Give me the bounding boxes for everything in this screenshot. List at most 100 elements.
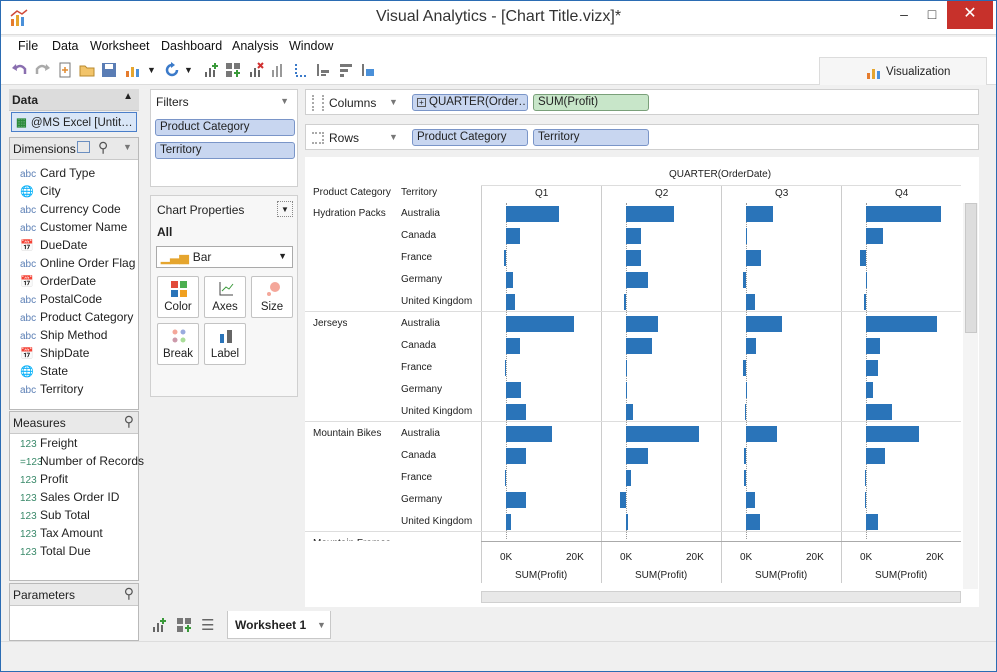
open-folder-icon[interactable] [78, 61, 96, 79]
dimension-field-orderdate[interactable]: 📅 OrderDate [20, 274, 96, 292]
chevron-down-icon[interactable]: ▼ [389, 132, 398, 142]
dimension-field-postalcode[interactable]: abc PostalCode [20, 292, 102, 310]
search-icon[interactable]: ⚲ [124, 413, 134, 430]
row-pill-product-category[interactable]: Product Category [412, 129, 528, 146]
chevron-down-icon[interactable]: ▼ [184, 65, 202, 83]
bar-mark[interactable] [866, 448, 885, 464]
bar-mark[interactable] [505, 360, 506, 376]
show-me-icon[interactable] [124, 61, 142, 79]
measure-field-freight[interactable]: 123 Freight [20, 436, 77, 454]
bar-mark[interactable] [742, 272, 746, 288]
close-button[interactable]: ✕ [947, 1, 993, 29]
bar-mark[interactable] [746, 250, 762, 266]
bar-mark[interactable] [626, 426, 700, 442]
measure-field-total-due[interactable]: 123 Total Due [20, 544, 91, 562]
menu-dashboard[interactable]: Dashboard [161, 39, 222, 53]
dimension-field-ship-method[interactable]: abc Ship Method [20, 328, 107, 346]
bar-mark[interactable] [864, 470, 866, 486]
refresh-icon[interactable] [163, 61, 181, 79]
bar-mark[interactable] [626, 338, 652, 354]
size-button[interactable]: Size [251, 276, 293, 318]
bar-mark[interactable] [866, 272, 868, 288]
bar-mark[interactable] [506, 294, 515, 310]
swap-icon[interactable] [293, 61, 311, 79]
bar-mark[interactable] [506, 338, 520, 354]
search-icon[interactable]: ⚲ [124, 585, 134, 602]
bar-mark[interactable] [506, 228, 520, 244]
bar-mark[interactable] [742, 360, 746, 376]
new-dashboard-icon[interactable] [224, 61, 242, 79]
label-button[interactable]: Label [204, 323, 246, 365]
sheet-list-icon[interactable]: ☰ [201, 616, 214, 634]
dimension-field-card-type[interactable]: abc Card Type [20, 166, 95, 184]
bar-mark[interactable] [506, 492, 527, 508]
break-button[interactable]: Break [157, 323, 199, 365]
bar-mark[interactable] [506, 514, 512, 530]
filter-pill-territory[interactable]: Territory [155, 142, 295, 159]
bar-mark[interactable] [506, 404, 527, 420]
bar-mark[interactable] [624, 294, 626, 310]
bar-mark[interactable] [866, 404, 892, 420]
horizontal-scrollbar[interactable] [481, 591, 961, 603]
measure-field-profit[interactable]: 123 Profit [20, 472, 68, 490]
bar-mark[interactable] [746, 382, 748, 398]
bar-mark[interactable] [626, 470, 632, 486]
new-worksheet-icon[interactable] [202, 61, 220, 79]
new-dashboard-icon[interactable] [176, 617, 192, 633]
bar-mark[interactable] [746, 316, 782, 332]
bar-mark[interactable] [866, 228, 883, 244]
filter-pill-product-category[interactable]: Product Category [155, 119, 295, 136]
bar-mark[interactable] [626, 382, 628, 398]
dimension-field-state[interactable]: 🌐 State [20, 364, 68, 382]
chevron-down-icon[interactable]: ▼ [280, 96, 289, 106]
bar-mark[interactable] [626, 250, 642, 266]
mark-type-select[interactable]: ▁▃▅ Bar ▼ [156, 246, 293, 268]
undo-icon[interactable] [11, 61, 29, 79]
scope-all[interactable]: All [157, 225, 172, 239]
bar-mark[interactable] [619, 492, 626, 508]
bar-mark[interactable] [503, 250, 506, 266]
redo-icon[interactable] [33, 61, 51, 79]
menu-file[interactable]: File [18, 39, 38, 53]
menu-window[interactable]: Window [289, 39, 333, 53]
bar-mark[interactable] [506, 316, 574, 332]
bar-mark[interactable] [626, 448, 649, 464]
chevron-down-icon[interactable]: ▼ [317, 620, 326, 630]
bar-mark[interactable] [506, 382, 522, 398]
bar-mark[interactable] [746, 338, 757, 354]
bar-mark[interactable] [506, 426, 552, 442]
vertical-scrollbar[interactable] [963, 203, 978, 589]
bar-mark[interactable] [746, 206, 774, 222]
bar-mark[interactable] [506, 272, 513, 288]
bar-mark[interactable] [864, 492, 866, 508]
new-worksheet-icon[interactable] [151, 617, 167, 633]
bar-mark[interactable] [866, 426, 919, 442]
measure-field-sales-order-id[interactable]: 123 Sales Order ID [20, 490, 119, 508]
bar-mark[interactable] [746, 426, 777, 442]
sort-descending-icon[interactable] [337, 61, 355, 79]
measure-field-sub-total[interactable]: 123 Sub Total [20, 508, 90, 526]
measure-field-number-of-records[interactable]: =123Number of Records [20, 454, 144, 472]
bar-mark[interactable] [746, 294, 755, 310]
menu-data[interactable]: Data [52, 39, 78, 53]
menu-worksheet[interactable]: Worksheet [90, 39, 150, 53]
bar-mark[interactable] [866, 338, 880, 354]
bar-mark[interactable] [864, 294, 866, 310]
bar-mark[interactable] [866, 382, 873, 398]
dimension-field-currency-code[interactable]: abc Currency Code [20, 202, 121, 220]
chevron-down-icon[interactable]: ▼ [123, 142, 132, 152]
bar-mark[interactable] [744, 470, 746, 486]
bar-mark[interactable] [746, 228, 748, 244]
bar-mark[interactable] [626, 514, 628, 530]
table-view-icon[interactable] [77, 141, 90, 153]
bar-mark[interactable] [626, 404, 633, 420]
column-pill-sum-profit[interactable]: SUM(Profit) [533, 94, 649, 111]
dimension-field-customer-name[interactable]: abc Customer Name [20, 220, 127, 238]
bar-mark[interactable] [504, 470, 506, 486]
bar-mark[interactable] [866, 514, 878, 530]
clear-sheet-icon[interactable] [247, 61, 265, 79]
menu-analysis[interactable]: Analysis [232, 39, 279, 53]
search-icon[interactable]: ⚲ [98, 139, 108, 156]
dimension-field-city[interactable]: 🌐 City [20, 184, 61, 202]
bar-mark[interactable] [866, 206, 941, 222]
